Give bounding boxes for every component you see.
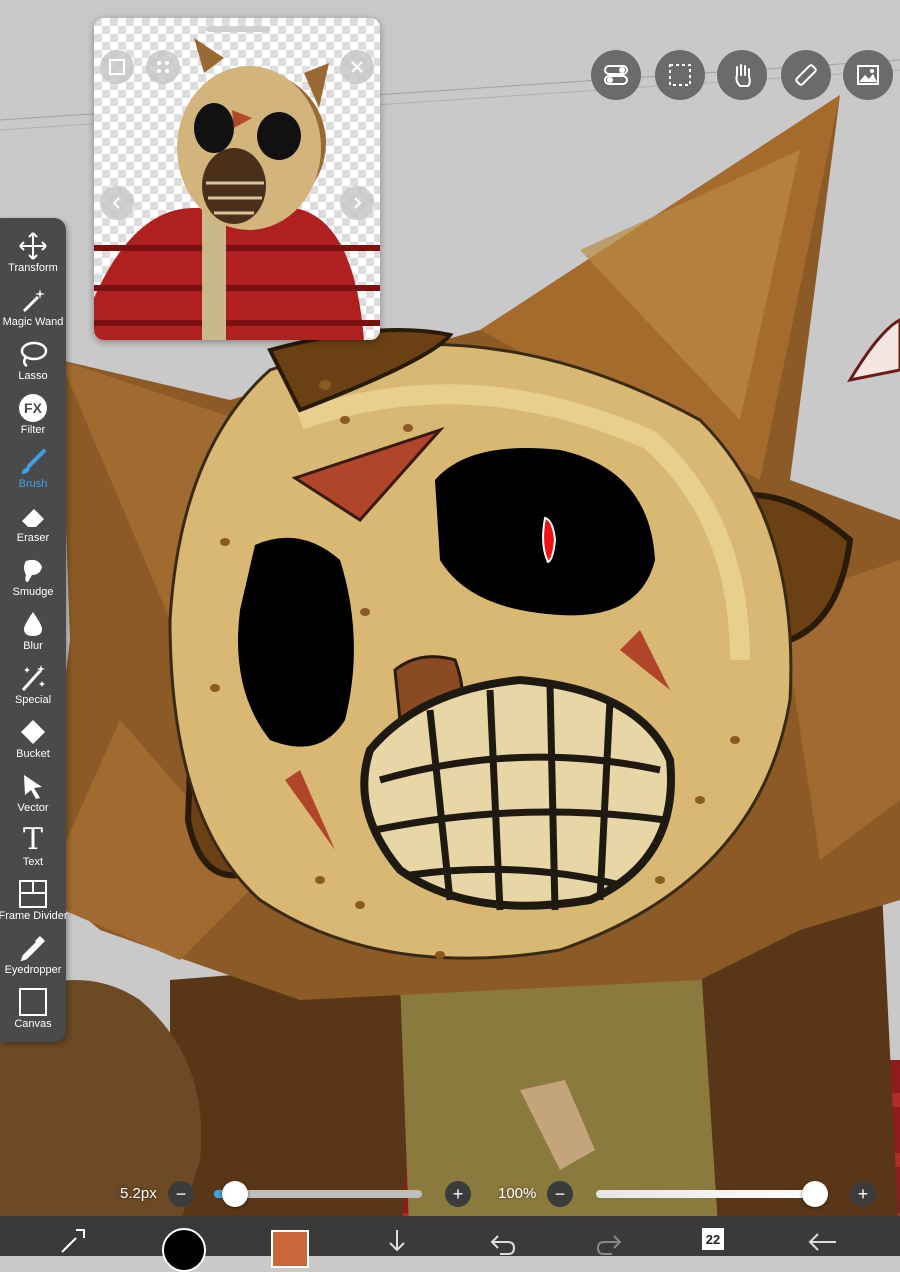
brush-size-value: 5.2px — [120, 1185, 157, 1202]
tool-filter[interactable]: FX Filter — [0, 390, 66, 444]
opacity-decrease-button[interactable]: − — [547, 1181, 573, 1207]
layer-count-badge[interactable]: 22 — [702, 1228, 724, 1250]
tool-transform[interactable]: Transform — [0, 228, 66, 282]
tool-label: Blur — [23, 640, 43, 652]
tool-eyedropper[interactable]: Eyedropper — [0, 930, 66, 984]
tool-bucket[interactable]: Bucket — [0, 714, 66, 768]
opacity-value: 100% — [498, 1185, 537, 1202]
tool-blur[interactable]: Blur — [0, 606, 66, 660]
tool-text[interactable]: T Text — [0, 822, 66, 876]
tool-eraser[interactable]: Eraser — [0, 498, 66, 552]
brush-preview-icon[interactable] — [162, 1228, 206, 1272]
tool-smudge[interactable]: Smudge — [0, 552, 66, 606]
opacity-increase-button[interactable]: + — [850, 1181, 876, 1207]
tool-lasso[interactable]: Lasso — [0, 336, 66, 390]
magic-wand-icon — [17, 284, 49, 316]
vector-icon — [17, 770, 49, 802]
tool-vector[interactable]: Vector — [0, 768, 66, 822]
tool-canvas[interactable]: Canvas — [0, 984, 66, 1038]
reference-window[interactable] — [94, 18, 380, 340]
lasso-icon — [17, 338, 49, 370]
selection-icon[interactable] — [655, 50, 705, 100]
tool-label: Magic Wand — [2, 316, 64, 328]
special-icon — [17, 662, 49, 694]
tool-label: Lasso — [18, 370, 48, 382]
tool-label: Filter — [20, 424, 46, 436]
tool-frame-divider[interactable]: Frame Divider — [0, 876, 68, 930]
tool-label: Bucket — [16, 748, 50, 760]
brush-size-knob[interactable] — [221, 1181, 248, 1207]
brush-size-slider[interactable] — [214, 1181, 422, 1207]
ruler-icon[interactable] — [781, 50, 831, 100]
canvas-icon — [17, 986, 49, 1018]
tool-special[interactable]: Special — [0, 660, 66, 714]
tool-label: Frame Divider — [0, 910, 68, 922]
redo-icon[interactable] — [594, 1230, 624, 1265]
eyedropper-icon — [17, 932, 49, 964]
tool-label: Special — [14, 694, 52, 706]
tool-magic-wand[interactable]: Magic Wand — [0, 282, 66, 336]
bottom-toolbar: 22 — [0, 1216, 900, 1272]
tool-label: Eraser — [16, 532, 50, 544]
gallery-icon[interactable] — [843, 50, 893, 100]
tool-panel: Transform Magic Wand Lasso FX Filter Bru… — [0, 218, 68, 1042]
tool-label: Eyedropper — [4, 964, 62, 976]
reference-drag-handle[interactable] — [206, 26, 270, 32]
eraser-icon — [17, 500, 49, 532]
frame-divider-icon — [17, 878, 49, 910]
tool-label: Brush — [18, 478, 48, 490]
reference-close-icon[interactable] — [340, 50, 374, 84]
fx-icon: FX — [17, 392, 49, 424]
tool-label: Text — [22, 856, 44, 868]
bucket-icon — [17, 716, 49, 748]
toggle-settings-icon[interactable] — [591, 50, 641, 100]
opacity-knob[interactable] — [802, 1181, 828, 1207]
reference-image — [94, 18, 380, 340]
smudge-icon — [17, 554, 49, 586]
back-arrow-icon[interactable] — [806, 1230, 838, 1265]
opacity-slider[interactable] — [596, 1181, 828, 1207]
reference-prev-icon[interactable] — [100, 186, 134, 220]
tool-label: Smudge — [12, 586, 54, 598]
reference-next-icon[interactable] — [340, 186, 374, 220]
text-icon: T — [22, 822, 43, 857]
undo-icon[interactable] — [488, 1230, 518, 1265]
current-color-swatch[interactable] — [271, 1230, 309, 1268]
tool-brush[interactable]: Brush — [0, 444, 66, 498]
hand-tool-icon[interactable] — [717, 50, 767, 100]
brush-icon — [17, 446, 49, 478]
transform-icon — [17, 230, 49, 262]
tool-label: Vector — [17, 802, 49, 814]
reference-fit-icon[interactable] — [100, 50, 134, 84]
brush-size-increase-button[interactable]: + — [445, 1181, 471, 1207]
tool-label: Transform — [8, 262, 58, 274]
tool-label: Canvas — [14, 1018, 52, 1030]
brush-size-decrease-button[interactable]: − — [168, 1181, 194, 1207]
blur-icon — [17, 608, 49, 640]
reference-menu-icon[interactable] — [146, 50, 180, 84]
